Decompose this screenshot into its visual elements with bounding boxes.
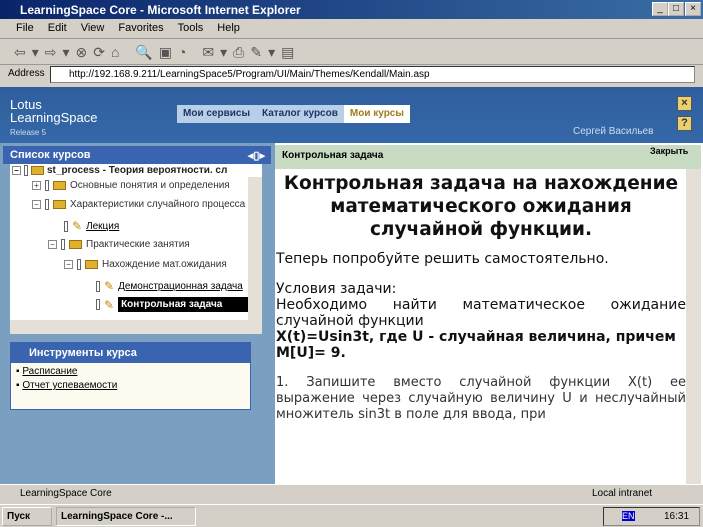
forward-icon[interactable]: ⇨▾ <box>45 44 76 60</box>
tree-link[interactable]: Лекция <box>86 221 119 232</box>
status-bar: LearningSpace Core Local intranet <box>0 484 703 503</box>
cond-title: Условия задачи: <box>276 281 397 297</box>
heading: Контрольная задача на нахождение математ… <box>283 173 679 240</box>
help-icon[interactable]: ? <box>677 116 692 131</box>
collapse-icon[interactable]: − <box>32 200 41 209</box>
user-name: Сергей Васильев <box>573 126 654 137</box>
condition-value: M[U]= 9. <box>276 345 346 361</box>
collapse-icon[interactable]: − <box>64 260 73 269</box>
close-link[interactable]: Закрыть <box>650 146 688 156</box>
expand-icon[interactable]: + <box>32 181 41 190</box>
start-button[interactable]: Пуск <box>2 507 52 526</box>
minimize-button[interactable]: _ <box>652 2 668 16</box>
course-tree: − st_process - Теория вероятности. сл + Ос… <box>10 164 262 320</box>
close-window-button[interactable]: × <box>685 2 701 16</box>
nav-my-services[interactable]: Мои сервисы <box>177 105 256 123</box>
progress-report-link[interactable]: Отчет успеваемости <box>22 380 117 391</box>
tree-link[interactable]: Демонстрационная задача <box>118 281 243 292</box>
tree-horizontal-scrollbar[interactable] <box>10 320 262 334</box>
search-icon[interactable]: 🔍 <box>135 44 158 60</box>
address-input[interactable]: http://192.168.9.211/LearningSpace5/Prog… <box>50 66 695 83</box>
content-scrollbar[interactable] <box>686 169 701 484</box>
menu-edit[interactable]: Edit <box>48 22 67 34</box>
course-tools-panel: Инструменты курса ▪ Расписание ▪ Отчет у… <box>10 342 251 410</box>
refresh-icon[interactable]: ⟳ <box>93 44 111 60</box>
pencil-icon: ✎ <box>72 219 83 233</box>
tree-item[interactable]: Основные понятия и определения <box>70 180 230 191</box>
edit-icon[interactable]: ✎▾ <box>250 44 281 60</box>
content-body: Контрольная задача на нахождение математ… <box>276 172 686 484</box>
back-icon[interactable]: ⇦▾ <box>14 44 45 60</box>
home-icon[interactable]: ⌂ <box>111 44 125 60</box>
pencil-icon: ✎ <box>104 297 115 312</box>
main-nav: Мои сервисы Каталог курсов Мои курсы <box>177 105 410 123</box>
tree-item[interactable]: st_process - Теория вероятности. сл <box>47 165 227 176</box>
tree-item[interactable]: Практические занятия <box>86 239 190 250</box>
menu-help[interactable]: Help <box>217 22 240 34</box>
tree-item[interactable]: Нахождение мат.ожидания <box>102 259 227 270</box>
toolbar: ⇦▾⇨▾⊗⟳⌂ 🔍▣◔ ✉▾⎙✎▾▤ <box>0 39 703 65</box>
logo: Lotus LearningSpace Release 5 <box>10 97 98 137</box>
condition-text: Необходимо найти математическое ожидание… <box>276 297 686 329</box>
history-icon[interactable]: ◔ <box>178 44 192 60</box>
zone-label: Local intranet <box>592 488 653 499</box>
stop-icon[interactable]: ⊗ <box>76 44 94 60</box>
step-1: 1. Запишите вместо случайной функции X(t… <box>276 375 686 422</box>
menu-view[interactable]: View <box>81 22 105 34</box>
discuss-icon[interactable]: ▤ <box>281 44 300 60</box>
menu-favorites[interactable]: Favorites <box>118 22 163 34</box>
content-title: Контрольная задача <box>275 145 701 169</box>
folder-icon <box>53 200 66 209</box>
course-tools-title: Инструменты курса <box>11 343 250 363</box>
tree-item-selected[interactable]: Контрольная задача <box>118 297 253 312</box>
intro: Теперь попробуйте решить самостоятельно. <box>276 251 609 267</box>
menu-tools[interactable]: Tools <box>178 22 204 34</box>
course-list-title: Список курсов ◂▯▸ <box>3 146 271 164</box>
print-icon[interactable]: ⎙ <box>233 44 250 60</box>
folder-icon <box>69 240 82 249</box>
menu-file[interactable]: File <box>16 22 34 34</box>
exit-icon[interactable]: × <box>677 96 692 111</box>
language-indicator[interactable]: EN <box>622 511 635 521</box>
condition-formula: X(t)=Usin3t, где U - случайная величина,… <box>276 329 676 345</box>
maximize-button[interactable]: □ <box>668 2 684 16</box>
window-title: LearningSpace Core - Microsoft Internet … <box>0 0 703 19</box>
tree-vertical-scrollbar[interactable] <box>248 177 262 320</box>
clock: 16:31 <box>664 511 690 522</box>
panel-arrows-icon[interactable]: ◂▯▸ <box>248 149 265 162</box>
taskbar-item[interactable]: LearningSpace Core -... <box>56 507 196 526</box>
nav-my-courses[interactable]: Мои курсы <box>343 105 410 123</box>
menu-bar: File Edit View Favorites Tools Help <box>0 19 703 39</box>
favorites-icon[interactable]: ▣ <box>159 44 178 60</box>
system-tray: EN 16:31 <box>603 507 700 526</box>
nav-catalog[interactable]: Каталог курсов <box>256 105 344 123</box>
tree-item[interactable]: Характеристики случайного процесса <box>70 199 245 210</box>
folder-icon <box>85 260 98 269</box>
pencil-icon: ✎ <box>104 279 115 293</box>
folder-icon <box>53 181 66 190</box>
schedule-link[interactable]: Расписание <box>22 366 77 377</box>
mail-icon[interactable]: ✉▾ <box>202 44 233 60</box>
collapse-icon[interactable]: − <box>48 240 57 249</box>
